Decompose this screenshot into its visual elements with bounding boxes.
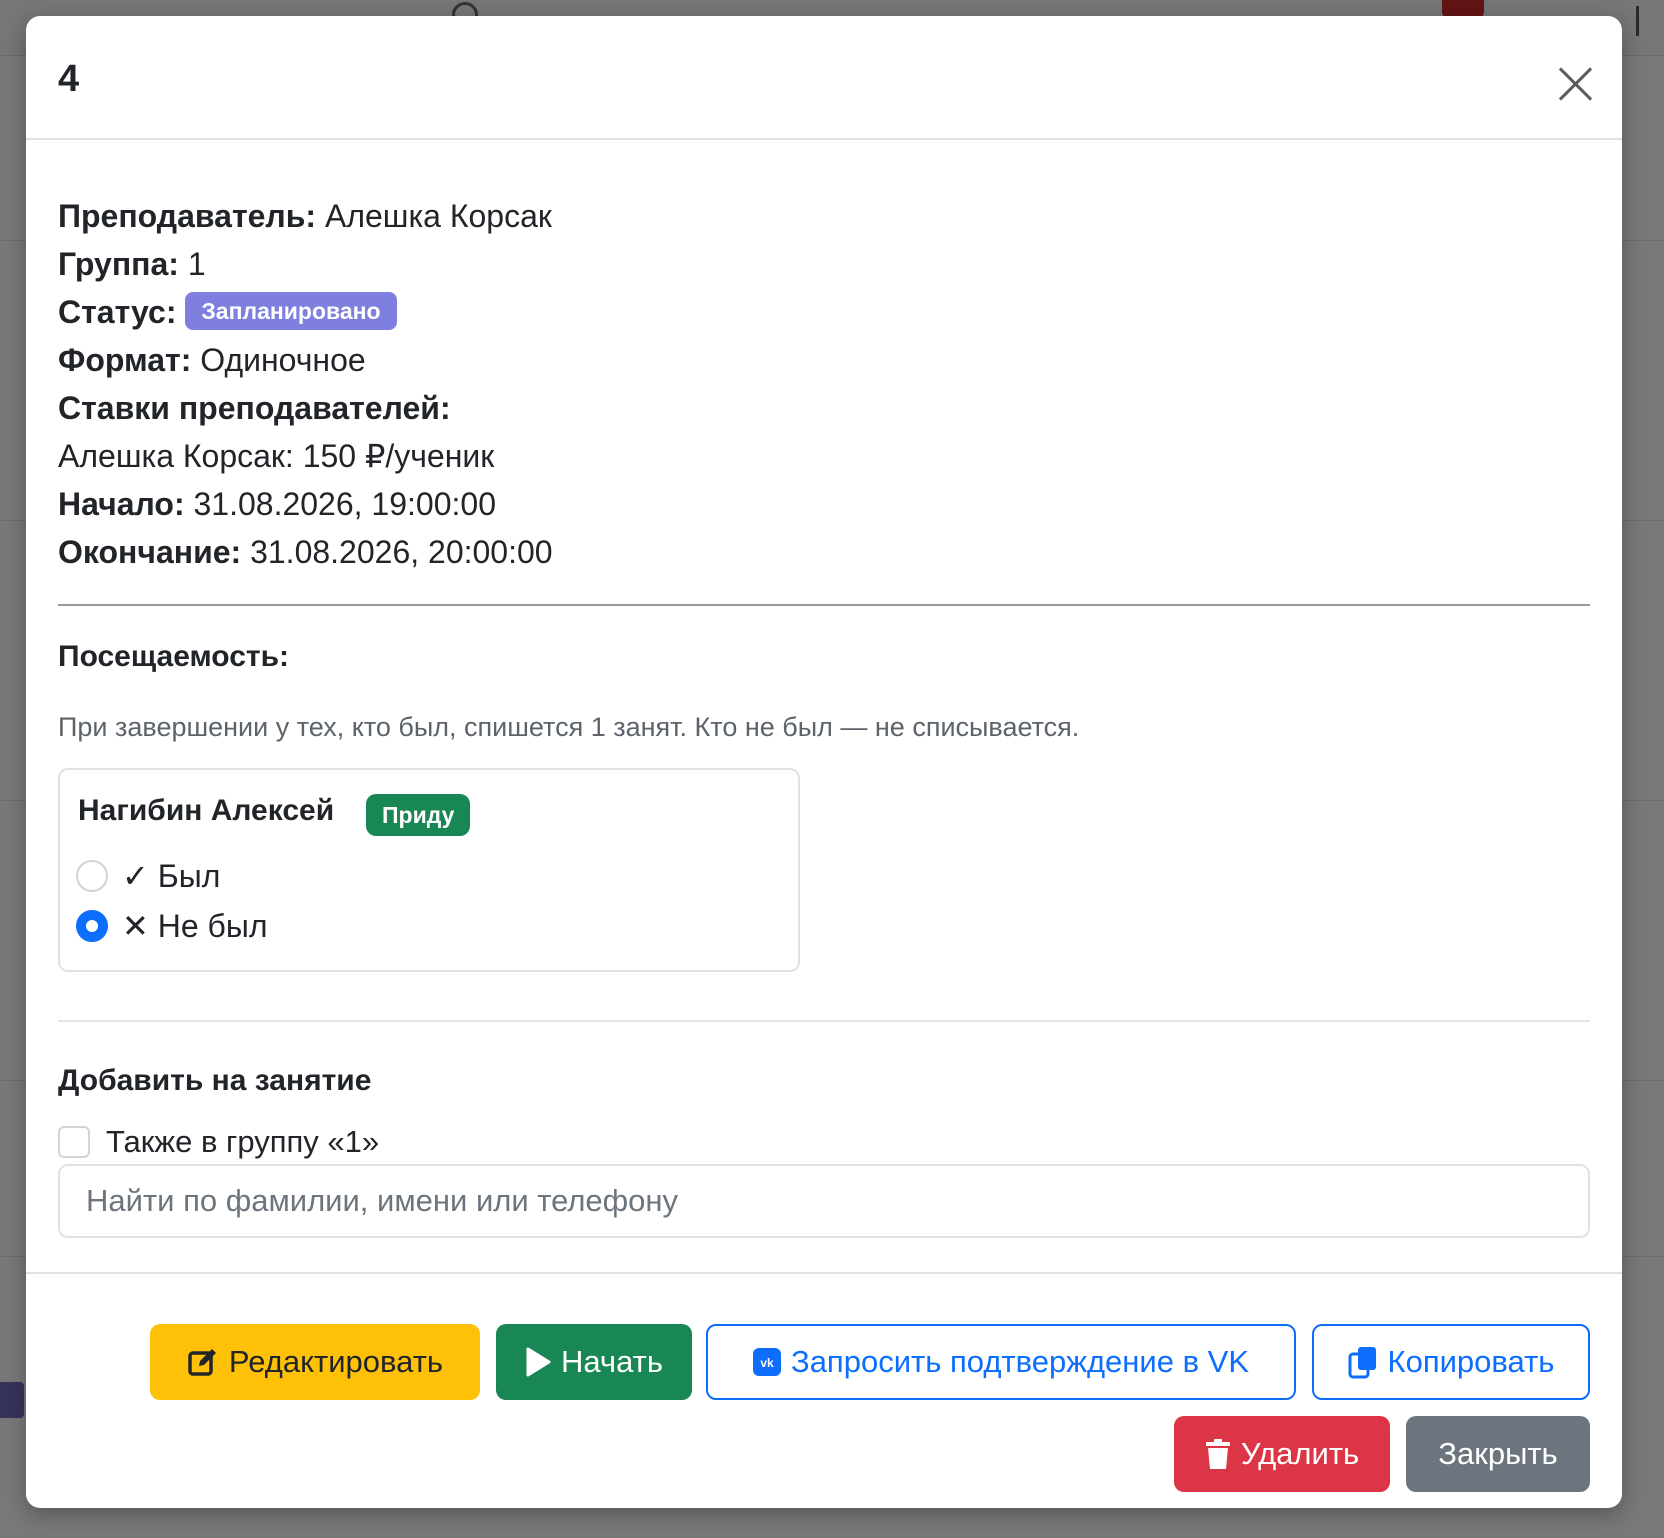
radio-absent-label[interactable]: ✕ Не был [122,907,268,945]
copy-icon [1348,1345,1378,1379]
play-icon [525,1346,551,1378]
attendance-title: Посещаемость: [58,640,290,673]
start-button-label: Начать [560,1344,663,1379]
vk-icon: vk [752,1348,781,1376]
student-search-input[interactable] [58,1164,1590,1238]
end-label: Окончание: [58,534,242,570]
attendance-note: При завершении у тех, кто был, спишется … [58,712,1080,742]
radio-present[interactable]: ✓ Был [76,856,220,896]
also-group-checkbox[interactable]: Также в группу «1» [58,1122,379,1162]
edit-icon [187,1346,219,1378]
rates-value: Алешка Корсак: 150 ₽/ученик [58,438,495,474]
radio-absent-input[interactable] [76,910,108,942]
svg-text:vk: vk [760,1356,774,1370]
divider [58,604,1590,606]
status-badge: Запланировано [185,292,397,330]
modal-header: 4 [26,16,1622,140]
delete-button-label: Удалить [1240,1436,1360,1471]
format-row: Формат: Одиночное [58,336,553,384]
trash-icon [1205,1438,1231,1470]
lesson-info: Преподаватель: Алешка Корсак Группа: 1 С… [58,192,553,576]
lesson-modal: 4 Преподаватель: Алешка Корсак Группа: 1… [26,16,1622,1508]
close-icon[interactable] [1552,60,1600,108]
rates-row: Ставки преподавателей: [58,384,553,432]
modal-footer: Редактировать Начать vk Запросить подтве… [26,1272,1622,1508]
copy-button[interactable]: Копировать [1312,1324,1590,1400]
end-row: Окончание: 31.08.2026, 20:00:00 [58,528,553,576]
teacher-row: Преподаватель: Алешка Корсак [58,192,553,240]
group-label: Группа: [58,246,179,282]
delete-button[interactable]: Удалить [1174,1416,1390,1492]
close-button-label: Закрыть [1438,1436,1558,1471]
format-label: Формат: [58,342,192,378]
edit-button-label: Редактировать [228,1344,444,1379]
start-label: Начало: [58,486,185,522]
radio-absent[interactable]: ✕ Не был [76,906,268,946]
modal-title: 4 [58,58,80,100]
copy-button-label: Копировать [1387,1344,1555,1379]
also-group-label[interactable]: Также в группу «1» [106,1124,379,1160]
rates-label: Ставки преподавателей: [58,390,451,426]
divider [58,1020,1590,1022]
radio-present-input[interactable] [76,860,108,892]
group-value: 1 [187,246,206,282]
start-value: 31.08.2026, 19:00:00 [193,486,496,522]
format-value: Одиночное [200,342,366,378]
edit-button[interactable]: Редактировать [150,1324,480,1400]
student-name: Нагибин Алексей [78,794,335,827]
also-group-checkbox-box[interactable] [58,1126,90,1158]
radio-present-label[interactable]: ✓ Был [122,857,220,895]
close-button[interactable]: Закрыть [1406,1416,1590,1492]
start-button[interactable]: Начать [496,1324,692,1400]
teacher-value: Алешка Корсак [324,198,552,234]
rsvp-badge: Приду [366,794,471,836]
vk-confirm-button-label: Запросить подтверждение в VK [790,1344,1250,1379]
teacher-label: Преподаватель: [58,198,317,234]
vk-confirm-button[interactable]: vk Запросить подтверждение в VK [706,1324,1296,1400]
student-card: Нагибин Алексей Приду ✓ Был ✕ Не был [58,768,800,972]
status-label: Статус: [58,294,177,330]
start-row: Начало: 31.08.2026, 19:00:00 [58,480,553,528]
group-row: Группа: 1 [58,240,553,288]
end-value: 31.08.2026, 20:00:00 [250,534,553,570]
add-title: Добавить на занятие [58,1064,372,1097]
status-row: Статус: Запланировано [58,288,553,336]
